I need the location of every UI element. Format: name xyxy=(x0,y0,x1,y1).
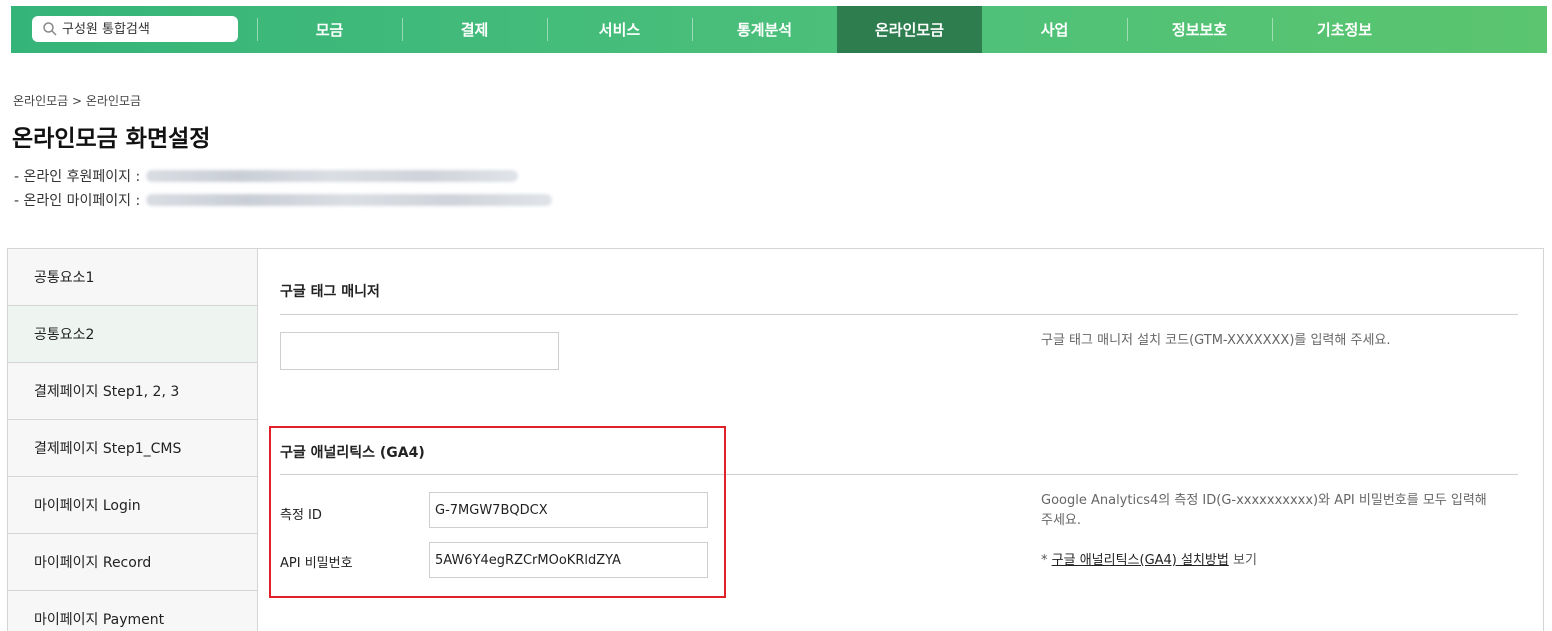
sponsor-page-link-row: - 온라인 후원페이지 : xyxy=(14,166,519,186)
sidebar-item-payment-cms[interactable]: 결제페이지 Step1_CMS xyxy=(8,420,257,477)
sidebar-item-mypage-payment[interactable]: 마이페이지 Payment xyxy=(8,591,257,631)
guide-prefix: * xyxy=(1041,553,1052,568)
section-divider xyxy=(280,314,1518,315)
sponsor-page-label: - 온라인 후원페이지 : xyxy=(14,169,141,185)
menu-item-fundraising[interactable]: 모금 xyxy=(257,6,402,53)
settings-panel: 공통요소1 공통요소2 결제페이지 Step1, 2, 3 결제페이지 Step… xyxy=(7,248,1544,631)
gtm-help-text: 구글 태그 매니저 설치 코드(GTM-XXXXXXX)를 입력해 주세요. xyxy=(1041,333,1391,348)
settings-sidebar: 공통요소1 공통요소2 결제페이지 Step1, 2, 3 결제페이지 Step… xyxy=(8,249,258,631)
sidebar-item-payment-steps[interactable]: 결제페이지 Step1, 2, 3 xyxy=(8,363,257,420)
menu-item-statistics[interactable]: 통계분석 xyxy=(692,6,837,53)
search-input[interactable] xyxy=(62,21,232,37)
sidebar-item-common-2[interactable]: 공통요소2 xyxy=(8,306,257,363)
mypage-label: - 온라인 마이페이지 : xyxy=(14,193,141,209)
mypage-link-row: - 온라인 마이페이지 : xyxy=(14,190,553,210)
sidebar-item-common-1[interactable]: 공통요소1 xyxy=(8,249,257,306)
api-secret-input[interactable] xyxy=(429,542,708,578)
menu-item-payment[interactable]: 결제 xyxy=(402,6,547,53)
ga4-section-title: 구글 애널리틱스 (GA4) xyxy=(280,445,425,461)
section-divider xyxy=(280,474,1518,475)
menu-item-business[interactable]: 사업 xyxy=(982,6,1127,53)
menu-item-service[interactable]: 서비스 xyxy=(547,6,692,53)
menu-item-privacy[interactable]: 정보보호 xyxy=(1127,6,1272,53)
search-icon xyxy=(43,22,57,36)
sponsor-page-url-redacted[interactable] xyxy=(146,170,519,182)
api-secret-label: API 비밀번호 xyxy=(280,556,353,571)
menu-item-base-info[interactable]: 기초정보 xyxy=(1272,6,1417,53)
ga4-guide-line: * 구글 애널리틱스(GA4) 설치방법 보기 xyxy=(1041,551,1257,571)
mypage-url-redacted[interactable] xyxy=(146,194,553,206)
ga4-help-text: Google Analytics4의 측정 ID(G-xxxxxxxxxx)와 … xyxy=(1041,493,1487,528)
guide-suffix: 보기 xyxy=(1228,553,1257,568)
sidebar-item-mypage-login[interactable]: 마이페이지 Login xyxy=(8,477,257,534)
measurement-id-input[interactable] xyxy=(429,492,708,528)
main-menu: 모금 결제 서비스 통계분석 온라인모금 사업 정보보호 기초정보 xyxy=(257,6,1417,53)
settings-content: 구글 태그 매니저 구글 태그 매니저 설치 코드(GTM-XXXXXXX)를 … xyxy=(259,249,1543,631)
menu-item-online-fundraising[interactable]: 온라인모금 xyxy=(837,6,982,53)
top-navigation-bar: 모금 결제 서비스 통계분석 온라인모금 사업 정보보호 기초정보 xyxy=(11,6,1547,53)
measurement-id-label: 측정 ID xyxy=(280,508,322,523)
member-search-box[interactable] xyxy=(32,16,238,42)
gtm-code-input[interactable] xyxy=(280,332,559,370)
gtm-section-title: 구글 태그 매니저 xyxy=(280,284,380,300)
ga4-install-guide-link[interactable]: 구글 애널리틱스(GA4) 설치방법 xyxy=(1052,553,1229,568)
page-title: 온라인모금 화면설정 xyxy=(12,126,211,152)
breadcrumb: 온라인모금 > 온라인모금 xyxy=(13,94,142,108)
sidebar-item-mypage-record[interactable]: 마이페이지 Record xyxy=(8,534,257,591)
